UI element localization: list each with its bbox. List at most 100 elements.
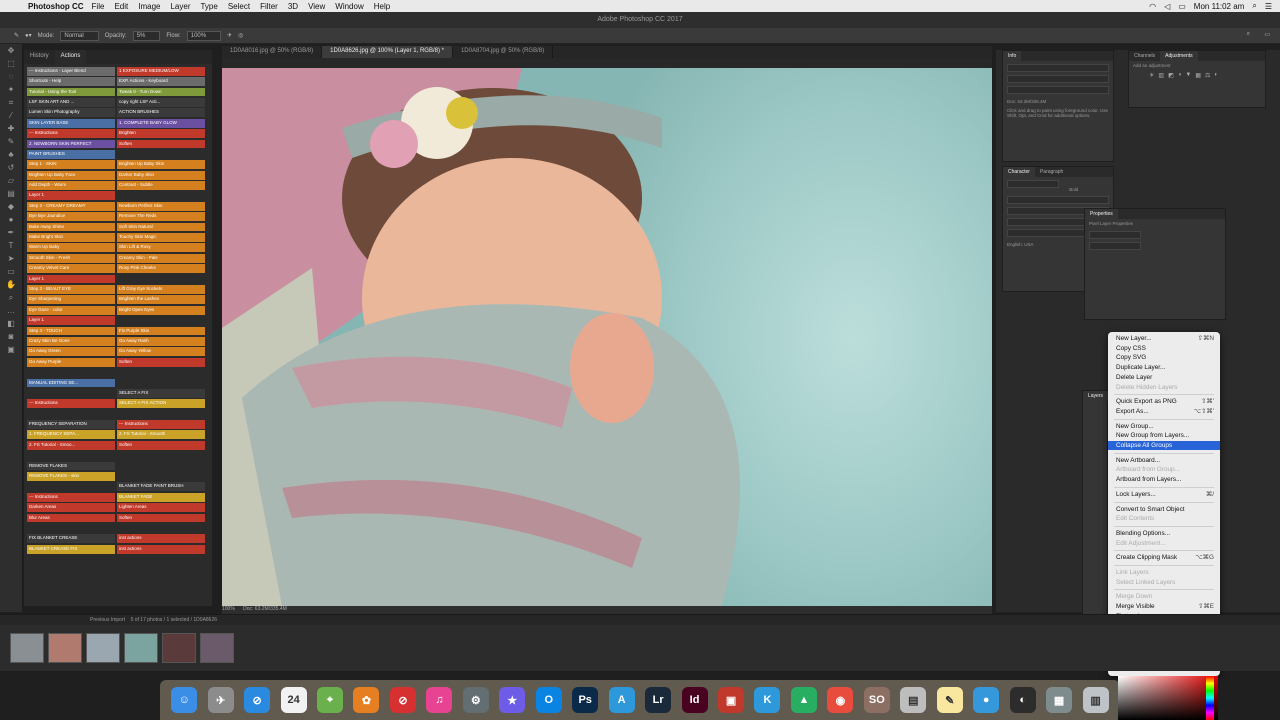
action-button[interactable] — [27, 409, 115, 419]
filmstrip-thumbnail[interactable] — [124, 633, 158, 663]
path-select-tool-icon[interactable]: ➤ — [0, 252, 22, 265]
tab-paragraph[interactable]: Paragraph — [1035, 167, 1068, 177]
filmstrip-thumbnail[interactable] — [86, 633, 120, 663]
tab-channels[interactable]: Channels — [1129, 51, 1160, 61]
action-button[interactable]: 1. COMPLETE BABY GLOW — [117, 118, 205, 128]
action-button[interactable]: Step 3 - BEAUT EYE — [27, 285, 115, 294]
action-button[interactable]: Touchy Skin Magic — [117, 233, 205, 242]
action-button[interactable]: Bright Open Eyes — [117, 305, 205, 315]
chrome-icon[interactable]: ◉ — [827, 687, 854, 713]
action-button[interactable]: 1 EXPOSURE MEDIUM/LOW — [117, 66, 205, 76]
menu-file[interactable]: File — [92, 2, 105, 11]
action-button[interactable]: Layer 1 — [27, 191, 115, 201]
tab-character[interactable]: Character — [1003, 167, 1035, 177]
hue-spectrum-slider[interactable] — [1206, 676, 1214, 720]
context-menu-item[interactable]: Merge Visible ⇧⌘E — [1108, 602, 1220, 611]
context-menu-item[interactable]: Create Clipping Mask ⌥⌘G — [1108, 553, 1220, 562]
context-menu-item[interactable]: Export As... ⌥⇧⌘' — [1108, 407, 1220, 416]
action-button[interactable] — [117, 409, 205, 419]
action-button[interactable] — [117, 191, 205, 201]
action-button[interactable]: Darker Baby Skin — [117, 170, 205, 180]
volume-icon[interactable]: ◁ — [1164, 2, 1170, 11]
action-button[interactable]: Creamy Velvet Care — [27, 264, 115, 274]
menu-image[interactable]: Image — [138, 2, 160, 11]
marquee-tool-icon[interactable]: ⬚ — [0, 57, 22, 70]
safari-icon[interactable]: ⊘ — [244, 687, 271, 713]
menu-view[interactable]: View — [308, 2, 325, 11]
photos-icon[interactable]: ✿ — [353, 687, 380, 713]
action-button[interactable]: SELECT A FIX ACTION — [117, 399, 205, 409]
action-button[interactable]: Smooth Skin - Fresh — [27, 253, 115, 263]
lasso-tool-icon[interactable]: ◌ — [0, 70, 22, 83]
action-button[interactable]: inst actions — [117, 534, 205, 544]
history-brush-tool-icon[interactable]: ↺ — [0, 161, 22, 174]
action-button[interactable]: 2. FS Tutorial - Smoo... — [27, 440, 115, 450]
tab-info[interactable]: Info — [1003, 51, 1022, 61]
flow-field[interactable]: 100% — [186, 30, 222, 41]
bw-adjust-icon[interactable]: ◐ — [1214, 72, 1218, 79]
battery-icon[interactable]: ▭ — [1178, 2, 1186, 11]
action-button[interactable]: Step 1 - SKIN — [27, 160, 115, 170]
action-button[interactable]: Lumen Skin Photography — [27, 108, 115, 118]
context-menu-item[interactable]: New Artboard... — [1108, 456, 1220, 465]
hue-adjust-icon[interactable]: ▦ — [1195, 72, 1201, 79]
action-button[interactable]: Layer 1 — [27, 316, 115, 325]
action-button[interactable]: Remove The Reds — [117, 212, 205, 222]
action-button[interactable]: Warm Up Baby — [27, 243, 115, 253]
action-button[interactable]: Step 4 - TOUCH — [27, 326, 115, 336]
action-button[interactable]: Make Bright Skin — [27, 233, 115, 242]
dodge-tool-icon[interactable]: ● — [0, 213, 22, 226]
doc-tab-2[interactable]: 1D0A8626.jpg @ 100% (Layer 1, RGB/8) * — [322, 46, 453, 58]
action-button[interactable]: Bye Bye Jaundice — [27, 212, 115, 222]
color-swatches-icon[interactable]: ◧ — [0, 317, 22, 330]
more-tools-icon[interactable]: … — [0, 304, 22, 317]
type-tool-icon[interactable]: T — [0, 239, 22, 252]
context-menu-item[interactable]: Collapse All Groups — [1108, 441, 1220, 450]
app-name[interactable]: Photoshop CC — [28, 2, 84, 11]
workspace-icon[interactable]: ▭ — [1264, 31, 1270, 38]
context-menu-item[interactable]: Copy CSS — [1108, 344, 1220, 353]
action-button[interactable]: Step 2 - CREAMY DREAMY — [27, 201, 115, 211]
photo-booth-icon[interactable]: ▣ — [718, 687, 745, 713]
app-store-icon[interactable]: A — [608, 687, 635, 713]
action-button[interactable]: Contrast - Subtle — [117, 181, 205, 190]
notes-icon[interactable]: ✎ — [936, 687, 963, 713]
action-button[interactable] — [117, 451, 205, 461]
finder-icon[interactable]: ☺ — [171, 687, 198, 713]
filmstrip-source[interactable]: Previous Import — [90, 617, 125, 623]
action-button[interactable]: Tutorial - Using the Tool — [27, 87, 115, 97]
context-menu-item[interactable]: Convert to Smart Object — [1108, 505, 1220, 514]
action-button[interactable]: REMOVE FLAKES - skin — [27, 472, 115, 481]
menu-edit[interactable]: Edit — [114, 2, 128, 11]
context-menu-item[interactable]: Artboard from Layers... — [1108, 475, 1220, 484]
launchpad-icon[interactable]: ✈ — [207, 687, 234, 713]
notes-stack-icon[interactable]: ▤ — [900, 687, 927, 713]
filmstrip-thumbnail[interactable] — [162, 633, 196, 663]
quick-select-tool-icon[interactable]: ✦ — [0, 83, 22, 96]
action-button[interactable] — [117, 368, 205, 377]
newborn-photo[interactable] — [222, 68, 992, 606]
action-button[interactable]: Lighten Areas — [117, 503, 205, 512]
tab-adjustments[interactable]: Adjustments — [1160, 51, 1198, 61]
action-button[interactable]: 2. FS Tutorial - Smooth — [117, 430, 205, 440]
search-icon[interactable]: ⌕ — [1247, 31, 1250, 38]
imovie-icon[interactable]: ★ — [499, 687, 526, 713]
calendar-icon[interactable]: 24 — [280, 687, 307, 713]
brightness-adjust-icon[interactable]: ☀ — [1149, 72, 1154, 79]
context-menu-item[interactable]: Lock Layers... ⌘/ — [1108, 490, 1220, 499]
quick-mask-icon[interactable]: ◙ — [0, 330, 22, 343]
action-button[interactable]: --- Instructions — [117, 420, 205, 429]
action-button[interactable]: 2. NEWBORN SKIN PERFECT — [27, 139, 115, 149]
action-button[interactable]: FIX BLANKET CREASE — [27, 534, 115, 544]
action-button[interactable]: LSF SKIN ART AND ... — [27, 97, 115, 107]
action-button[interactable] — [117, 461, 205, 471]
action-button[interactable]: Go Away Purple — [27, 357, 115, 367]
action-button[interactable]: Soften — [117, 440, 205, 450]
brush-tool-icon[interactable]: ✎ — [0, 135, 22, 148]
action-button[interactable]: Rosy Pink Cheeks — [117, 264, 205, 274]
action-button[interactable]: Bake Away Shine — [27, 222, 115, 232]
action-button[interactable]: Skin Lift & Rosy — [117, 243, 205, 253]
action-button[interactable]: Brighten the Lashes — [117, 295, 205, 305]
airbrush-icon[interactable]: ✈ — [227, 32, 232, 39]
itunes-icon[interactable]: ♫ — [426, 687, 453, 713]
